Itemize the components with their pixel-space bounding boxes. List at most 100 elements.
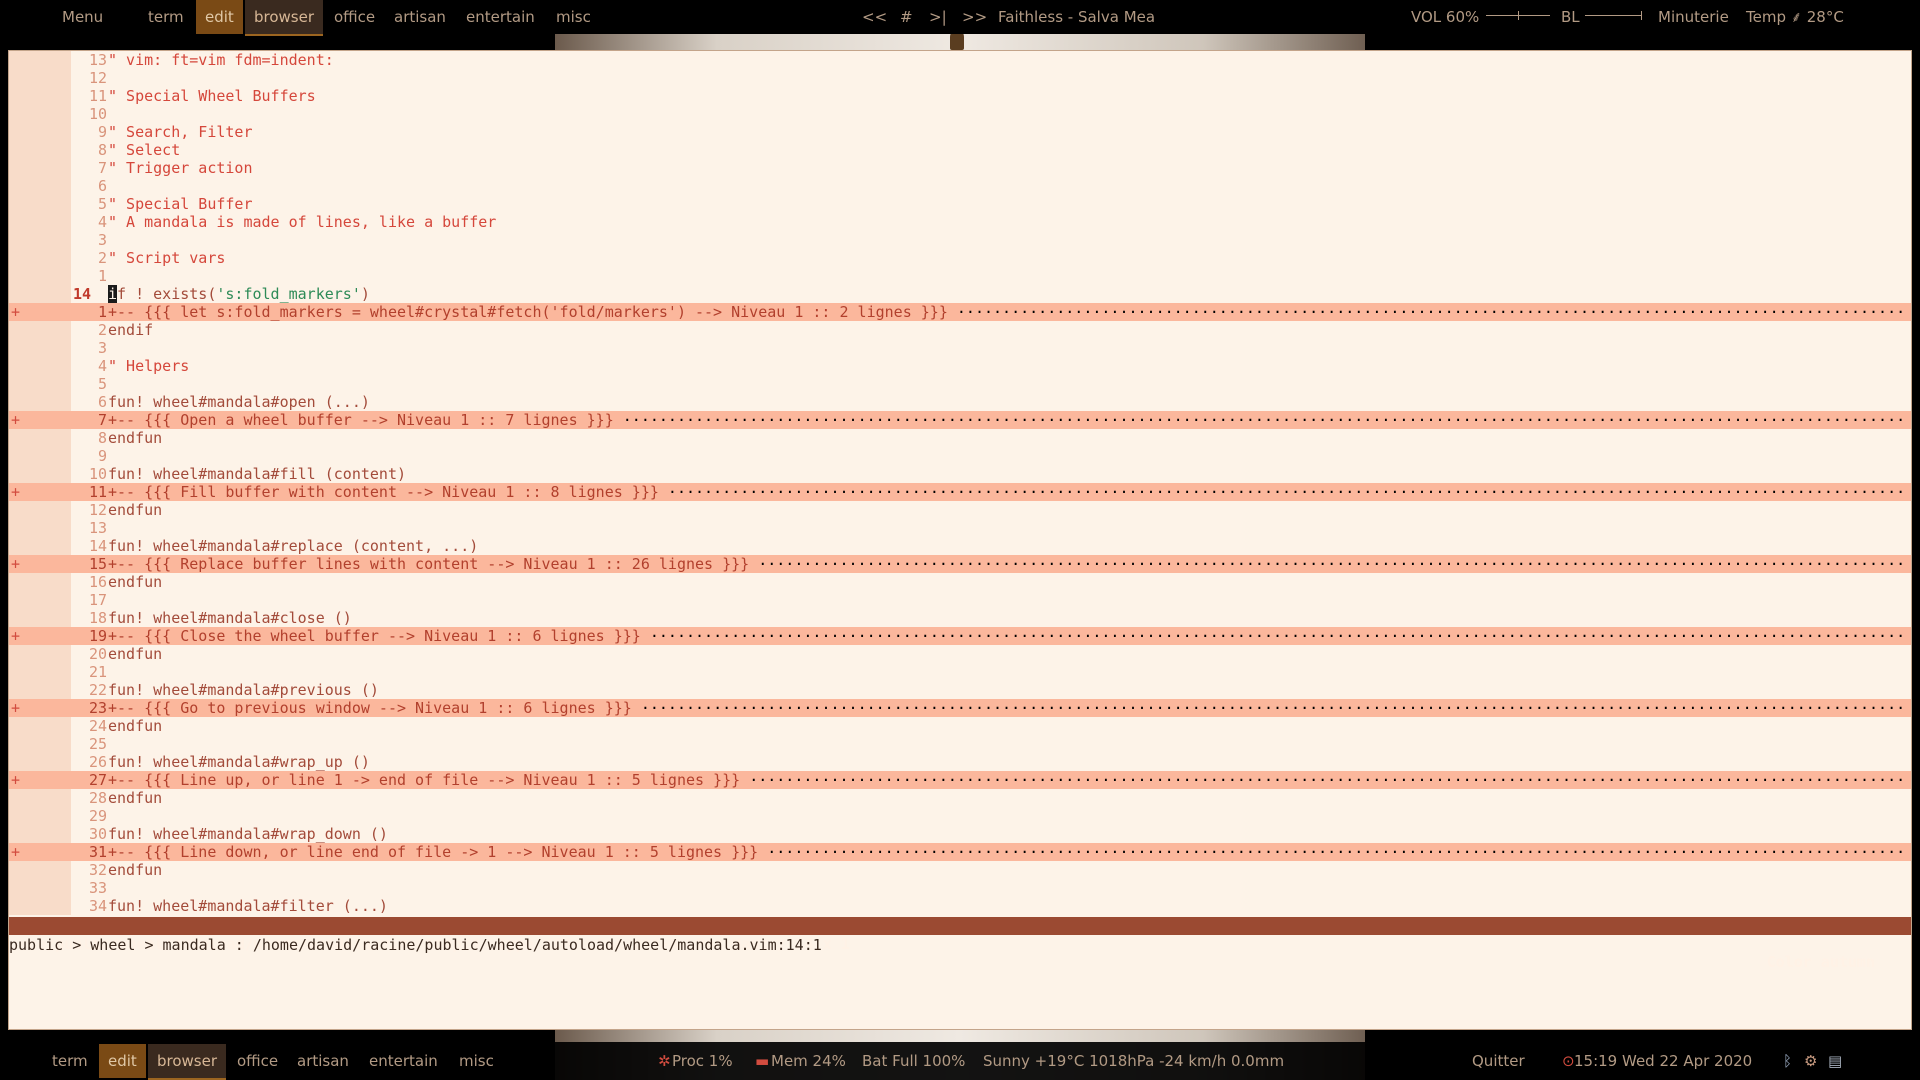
fold-line[interactable]: +11 +-- {{{ Fill buffer with content --> …: [9, 483, 1911, 501]
vim-cmdline[interactable]: public > wheel > mandala : /home/david/r…: [9, 936, 822, 954]
code-line[interactable]: 20 endfun: [9, 645, 1911, 663]
code-line[interactable]: 30 fun! wheel#mandala#wrap_down (): [9, 825, 1911, 843]
clock: 15:19 Wed 22 Apr 2020: [1574, 1052, 1753, 1070]
timer-label[interactable]: Minuterie: [1658, 0, 1729, 34]
mem-usage: Mem 24%: [771, 1052, 846, 1070]
bottom-tag-artisan[interactable]: artisan: [297, 1044, 349, 1078]
code-line[interactable]: 13: [9, 519, 1911, 537]
backlight-label[interactable]: BL: [1561, 0, 1580, 34]
code-line[interactable]: 9: [9, 447, 1911, 465]
bottom-tag-office[interactable]: office: [237, 1044, 278, 1078]
bottom-tag-entertain[interactable]: entertain: [369, 1044, 438, 1078]
bottom-tag-edit[interactable]: edit: [99, 1044, 146, 1078]
code-line[interactable]: 17: [9, 591, 1911, 609]
code-line[interactable]: 4 " A mandala is made of lines, like a bu…: [9, 213, 1911, 231]
code-line[interactable]: 29: [9, 807, 1911, 825]
code-line[interactable]: 5 " Special Buffer: [9, 195, 1911, 213]
quit-button[interactable]: Quitter: [1472, 1044, 1525, 1078]
line-number: 3: [97, 339, 107, 357]
code-line[interactable]: 33: [9, 879, 1911, 897]
line-number: 27: [88, 771, 107, 789]
line-number: 8: [97, 141, 107, 159]
code-line[interactable]: 25: [9, 735, 1911, 753]
code-line[interactable]: 12: [9, 69, 1911, 87]
code-line[interactable]: 8 endfun: [9, 429, 1911, 447]
code-line[interactable]: 14 if ! exists('s:fold_markers'): [9, 285, 1911, 303]
clock-icon: ⊙: [1562, 1052, 1575, 1070]
terminal-window[interactable]: 13 " vim: ft=vim fdm=indent: 12 11 " Special…: [8, 50, 1912, 1030]
line-text: if ! exists('s:fold_markers'): [108, 285, 370, 303]
code-line[interactable]: 2 " Script vars: [9, 249, 1911, 267]
fold-line[interactable]: +15 +-- {{{ Replace buffer lines with con…: [9, 555, 1911, 573]
code-line[interactable]: 7 " Trigger action: [9, 159, 1911, 177]
tag-misc[interactable]: misc: [556, 0, 591, 34]
tag-entertain[interactable]: entertain: [466, 0, 535, 34]
code-line[interactable]: 11 " Special Wheel Buffers: [9, 87, 1911, 105]
code-line[interactable]: 26 fun! wheel#mandala#wrap_up (): [9, 753, 1911, 771]
code-line[interactable]: 5: [9, 375, 1911, 393]
tag-term[interactable]: term: [148, 0, 184, 34]
code-line[interactable]: 13 " vim: ft=vim fdm=indent:: [9, 51, 1911, 69]
player-next-bar-button[interactable]: >|: [929, 0, 947, 34]
code-line[interactable]: 34 fun! wheel#mandala#filter (...): [9, 897, 1911, 915]
tag-artisan[interactable]: artisan: [394, 0, 446, 34]
line-number: 10: [88, 465, 107, 483]
code-line[interactable]: 16 endfun: [9, 573, 1911, 591]
line-text: fun! wheel#mandala#open (...): [108, 393, 370, 411]
line-number: 34: [88, 897, 107, 915]
line-number: 2: [97, 321, 107, 339]
code-line[interactable]: 10 fun! wheel#mandala#fill (content): [9, 465, 1911, 483]
fold-line[interactable]: +7 +-- {{{ Open a wheel buffer --> Niveau…: [9, 411, 1911, 429]
bottom-tag-browser[interactable]: browser: [148, 1044, 227, 1080]
fold-filler: ········································…: [640, 699, 1906, 717]
player-hash-button[interactable]: #: [900, 0, 913, 34]
code-line[interactable]: 22 fun! wheel#mandala#previous (): [9, 681, 1911, 699]
line-text: endfun: [108, 429, 163, 447]
code-line[interactable]: 8 " Select: [9, 141, 1911, 159]
code-line[interactable]: 1: [9, 267, 1911, 285]
tag-office[interactable]: office: [334, 0, 375, 34]
code-line[interactable]: 18 fun! wheel#mandala#close (): [9, 609, 1911, 627]
code-line[interactable]: 21: [9, 663, 1911, 681]
line-text: " Special Wheel Buffers: [108, 87, 316, 105]
code-line[interactable]: 2 endif: [9, 321, 1911, 339]
fold-line[interactable]: +1 +-- {{{ let s:fold_markers = wheel#cry…: [9, 303, 1911, 321]
code-line[interactable]: 6 fun! wheel#mandala#open (...): [9, 393, 1911, 411]
code-line[interactable]: 3: [9, 231, 1911, 249]
code-line[interactable]: 28 endfun: [9, 789, 1911, 807]
fold-line[interactable]: +23 +-- {{{ Go to previous window --> Niv…: [9, 699, 1911, 717]
fold-line[interactable]: +19 +-- {{{ Close the wheel buffer --> Ni…: [9, 627, 1911, 645]
line-text: " Search, Filter: [108, 123, 253, 141]
tag-edit[interactable]: edit: [196, 0, 243, 34]
code-line[interactable]: 12 endfun: [9, 501, 1911, 519]
menu-button[interactable]: Menu: [62, 0, 103, 34]
line-text: +-- {{{ Line up, or line 1 -> end of fil…: [108, 771, 750, 789]
backlight-handle[interactable]: [1641, 11, 1642, 20]
code-line[interactable]: 9 " Search, Filter: [9, 123, 1911, 141]
line-number: 12: [88, 69, 107, 87]
code-line[interactable]: 3: [9, 339, 1911, 357]
code-line[interactable]: 6: [9, 177, 1911, 195]
volume-handle[interactable]: [1518, 11, 1519, 20]
clipboard-icon[interactable]: ▤: [1828, 1044, 1842, 1078]
fold-line[interactable]: +31 +-- {{{ Line down, or line end of fil…: [9, 843, 1911, 861]
fold-sign: +: [11, 843, 21, 861]
volume-label[interactable]: VOL 60%: [1411, 0, 1479, 34]
line-number: 6: [97, 393, 107, 411]
backlight-slider[interactable]: [1585, 15, 1642, 16]
fold-line[interactable]: +27 +-- {{{ Line up, or line 1 -> end of …: [9, 771, 1911, 789]
code-line[interactable]: 4 " Helpers: [9, 357, 1911, 375]
network-icon[interactable]: ⚙: [1804, 1044, 1817, 1078]
line-text: endfun: [108, 789, 163, 807]
bottom-tag-term[interactable]: term: [52, 1044, 88, 1078]
player-prev-button[interactable]: <<: [862, 0, 887, 34]
code-line[interactable]: 10: [9, 105, 1911, 123]
player-next-button[interactable]: >>: [962, 0, 987, 34]
code-line[interactable]: 24 endfun: [9, 717, 1911, 735]
code-line[interactable]: 32 endfun: [9, 861, 1911, 879]
bottom-tag-misc[interactable]: misc: [459, 1044, 494, 1078]
fold-filler: ········································…: [667, 483, 1906, 501]
bluetooth-icon[interactable]: ᛒ: [1783, 1044, 1792, 1078]
tag-browser[interactable]: browser: [245, 0, 324, 36]
code-line[interactable]: 14 fun! wheel#mandala#replace (content, .…: [9, 537, 1911, 555]
